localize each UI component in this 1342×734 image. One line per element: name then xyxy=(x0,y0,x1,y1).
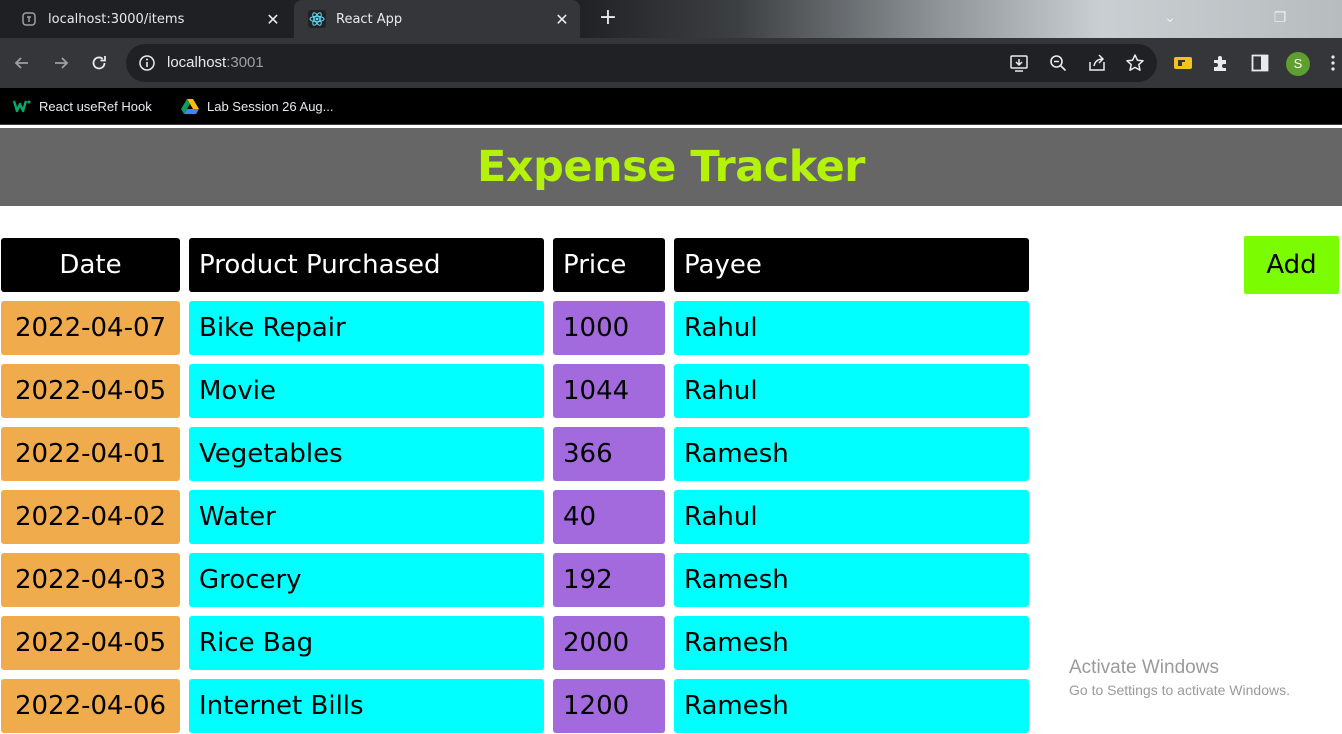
zoom-out-icon[interactable] xyxy=(1048,53,1068,73)
product-cell: Vegetables xyxy=(189,427,544,481)
profile-avatar[interactable]: S xyxy=(1286,52,1310,76)
close-tab-icon[interactable]: ✕ xyxy=(552,9,572,29)
column-header-date: Date xyxy=(1,238,180,292)
date-cell: 2022-04-03 xyxy=(1,553,180,607)
watermark-subtitle: Go to Settings to activate Windows. xyxy=(1069,682,1290,698)
loading-page-icon xyxy=(20,10,38,28)
url-port: :3001 xyxy=(226,54,264,71)
date-cell: 2022-04-05 xyxy=(1,364,180,418)
site-info-icon[interactable] xyxy=(138,54,156,72)
install-app-icon[interactable] xyxy=(1009,53,1029,73)
payee-cell: Ramesh xyxy=(674,616,1029,670)
product-cell: Bike Repair xyxy=(189,301,544,355)
date-cell: 2022-04-06 xyxy=(1,679,180,733)
page-title: Expense Tracker xyxy=(476,142,866,192)
payee-cell: Ramesh xyxy=(674,427,1029,481)
column-header-product: Product Purchased xyxy=(189,238,544,292)
puzzle-extensions-icon[interactable] xyxy=(1210,52,1232,74)
bookmark-lab-session[interactable]: Lab Session 26 Aug... xyxy=(181,97,333,115)
price-cell: 192 xyxy=(553,553,665,607)
forward-arrow-icon[interactable] xyxy=(49,51,73,75)
address-bar[interactable]: localhost:3001 xyxy=(126,44,1157,82)
payee-cell: Rahul xyxy=(674,490,1029,544)
close-tab-icon[interactable]: ✕ xyxy=(263,9,283,29)
url-text: localhost:3001 xyxy=(167,54,264,71)
product-cell: Movie xyxy=(189,364,544,418)
price-cell: 366 xyxy=(553,427,665,481)
extension-icon[interactable] xyxy=(1172,52,1194,74)
back-arrow-icon[interactable] xyxy=(10,51,34,75)
date-cell: 2022-04-02 xyxy=(1,490,180,544)
column-header-payee: Payee xyxy=(674,238,1029,292)
bookmark-react-useref[interactable]: React useRef Hook xyxy=(13,97,152,115)
payee-cell: Rahul xyxy=(674,301,1029,355)
restore-window-icon[interactable]: ❐ xyxy=(1268,6,1292,30)
column-header-price: Price xyxy=(553,238,665,292)
bookmarks-bar: React useRef Hook Lab Session 26 Aug... xyxy=(0,88,1342,125)
react-logo-icon xyxy=(308,10,326,28)
tab-react-app[interactable]: React App ✕ xyxy=(294,0,580,38)
price-cell: 40 xyxy=(553,490,665,544)
tab-strip: localhost:3000/items ✕ React App ✕ + ⌄ ❐ xyxy=(0,0,1342,38)
watermark-title: Activate Windows xyxy=(1069,657,1219,678)
share-icon[interactable] xyxy=(1087,53,1107,73)
url-host: localhost xyxy=(167,54,227,71)
new-tab-button[interactable]: + xyxy=(596,6,620,30)
browser-toolbar: localhost:3001 S xyxy=(0,38,1342,88)
add-button[interactable]: Add xyxy=(1244,236,1339,294)
product-cell: Grocery xyxy=(189,553,544,607)
price-cell: 1044 xyxy=(553,364,665,418)
bookmark-label: React useRef Hook xyxy=(39,98,152,114)
app-header: Expense Tracker xyxy=(0,128,1342,206)
payee-cell: Ramesh xyxy=(674,679,1029,733)
google-drive-icon xyxy=(181,97,199,115)
bookmark-star-icon[interactable] xyxy=(1125,53,1145,73)
tab-title: React App xyxy=(336,11,403,27)
product-cell: Water xyxy=(189,490,544,544)
side-panel-icon[interactable] xyxy=(1249,52,1271,74)
date-cell: 2022-04-07 xyxy=(1,301,180,355)
payee-cell: Rahul xyxy=(674,364,1029,418)
bookmark-label: Lab Session 26 Aug... xyxy=(207,98,334,114)
date-cell: 2022-04-05 xyxy=(1,616,180,670)
w3schools-icon xyxy=(13,97,31,115)
chevron-down-icon[interactable]: ⌄ xyxy=(1158,6,1182,30)
product-cell: Rice Bag xyxy=(189,616,544,670)
tab-title: localhost:3000/items xyxy=(48,11,185,27)
reload-icon[interactable] xyxy=(87,51,111,75)
payee-cell: Ramesh xyxy=(674,553,1029,607)
price-cell: 1000 xyxy=(553,301,665,355)
price-cell: 1200 xyxy=(553,679,665,733)
price-cell: 2000 xyxy=(553,616,665,670)
kebab-menu-icon[interactable] xyxy=(1326,52,1340,74)
activate-windows-watermark: Activate Windows Go to Settings to activ… xyxy=(1069,657,1290,698)
date-cell: 2022-04-01 xyxy=(1,427,180,481)
product-cell: Internet Bills xyxy=(189,679,544,733)
tab-localhost-items[interactable]: localhost:3000/items ✕ xyxy=(0,0,291,38)
